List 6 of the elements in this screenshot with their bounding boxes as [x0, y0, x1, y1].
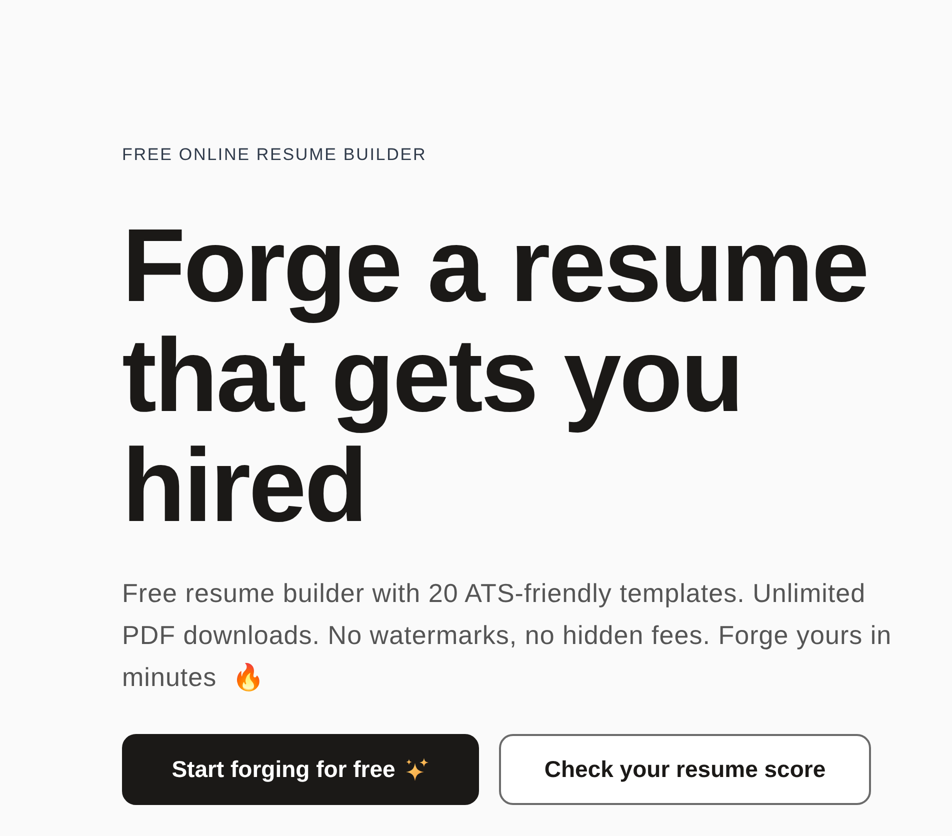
- description: Free resume builder with 20 ATS-friendly templates. Unlimited PDF downloads. No watermarks, no hidden fees. Forge yours in minutes 🔥: [122, 577, 893, 694]
- headline: Forge a resume that gets you hired: [122, 211, 868, 541]
- sparkles-icon: [405, 758, 430, 782]
- eyebrow-label: FREE ONLINE RESUME BUILDER: [122, 144, 427, 166]
- score-button[interactable]: Check your resume score: [499, 734, 871, 805]
- start-button[interactable]: Start forging for free: [122, 734, 479, 805]
